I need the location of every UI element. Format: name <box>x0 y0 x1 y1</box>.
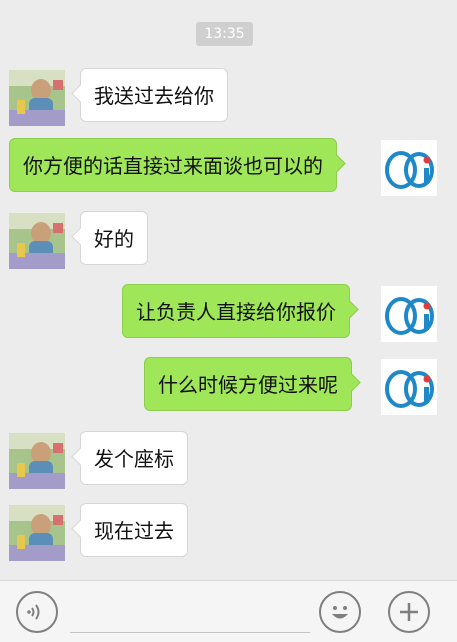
message-bubble[interactable]: 你方便的话直接过来面谈也可以的 <box>9 138 337 192</box>
message-bubble[interactable]: 我送过去给你 <box>80 68 228 122</box>
user-logo-avatar[interactable] <box>381 286 437 342</box>
message-bubble[interactable]: 发个座标 <box>80 431 188 485</box>
user-logo-avatar[interactable] <box>381 359 437 415</box>
message-bubble[interactable]: 让负责人直接给你报价 <box>122 284 350 338</box>
contact-avatar[interactable] <box>9 213 65 269</box>
contact-avatar[interactable] <box>9 433 65 489</box>
voice-button[interactable] <box>16 591 58 633</box>
message-input[interactable] <box>70 632 310 633</box>
input-bar <box>0 580 457 642</box>
user-logo-avatar[interactable] <box>381 140 437 196</box>
plus-button[interactable] <box>388 591 430 633</box>
plus-icon <box>400 603 418 621</box>
chat-area[interactable]: 13:35 我送过去给你 你方便的话直接过来面谈也可以的 好的 让负责人直接给你… <box>0 0 457 580</box>
emoji-icon <box>332 606 348 619</box>
message-bubble[interactable]: 现在过去 <box>80 503 188 557</box>
message-bubble[interactable]: 好的 <box>80 211 148 265</box>
emoji-button[interactable] <box>319 591 361 633</box>
message-bubble[interactable]: 什么时候方便过来呢 <box>144 357 352 411</box>
contact-avatar[interactable] <box>9 70 65 126</box>
contact-avatar[interactable] <box>9 505 65 561</box>
voice-icon <box>27 604 40 620</box>
timestamp: 13:35 <box>196 22 253 46</box>
